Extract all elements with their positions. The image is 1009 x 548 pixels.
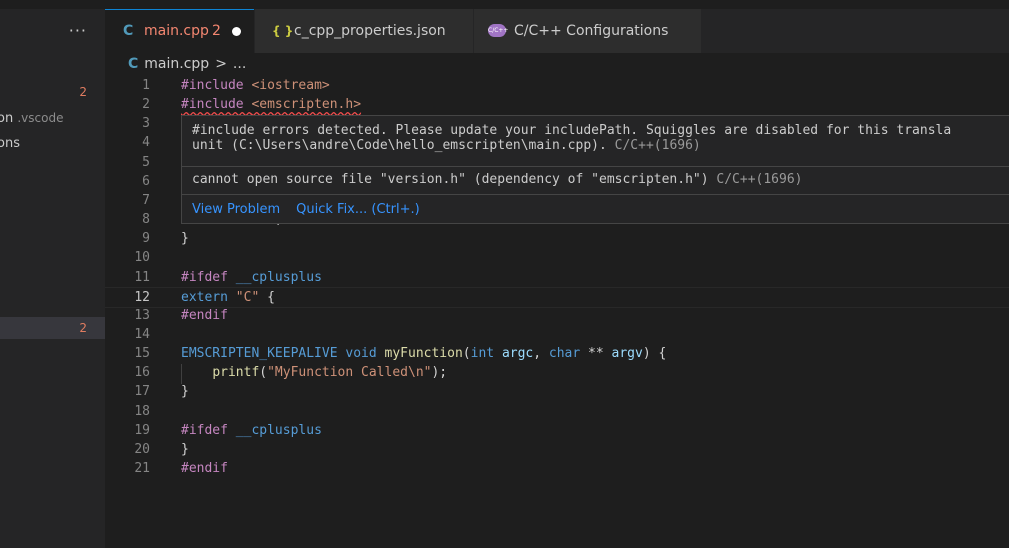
line-number: 16 xyxy=(134,365,150,381)
explorer-item-problem-group[interactable]: 2 xyxy=(0,81,105,103)
breadcrumb-symbol[interactable]: ... xyxy=(233,53,246,75)
line-number: 17 xyxy=(134,384,150,400)
problem-count-badge: 2 xyxy=(79,321,87,335)
code-line[interactable]: 9} xyxy=(105,229,1009,248)
explorer-item-configurations[interactable]: ons xyxy=(0,133,105,155)
tab-label: C/C++ Configurations xyxy=(514,23,669,39)
code-line[interactable]: 12 extern "C" { xyxy=(105,286,1009,308)
line-number: 20 xyxy=(134,441,150,457)
code-line[interactable]: 1 #include <iostream> xyxy=(105,76,1009,95)
more-actions-icon[interactable]: ··· xyxy=(69,21,87,40)
code-text: #endif xyxy=(181,461,228,476)
line-number: 4 xyxy=(142,135,150,151)
code-line[interactable]: 20} xyxy=(105,440,1009,459)
line-number: 3 xyxy=(142,116,150,132)
code-text: #endif xyxy=(181,307,228,323)
code-text: #include <iostream> xyxy=(181,78,330,93)
code-line[interactable]: 15 EMSCRIPTEN_KEEPALIVE void myFunction(i… xyxy=(105,344,1009,363)
line-number: 18 xyxy=(134,403,150,419)
code-text: #ifdef __cplusplus xyxy=(181,269,322,285)
explorer-sidebar: ··· 2 on .vscode ons 2 xyxy=(0,9,105,548)
line-number: 14 xyxy=(134,326,150,342)
code-text: EMSCRIPTEN_KEEPALIVE void myFunction(int… xyxy=(181,346,667,362)
code-line[interactable]: 21 #endif xyxy=(105,459,1009,478)
line-number: 19 xyxy=(134,422,150,438)
unsaved-dot-icon[interactable] xyxy=(232,27,241,36)
code-line[interactable]: 13 #endif xyxy=(105,306,1009,325)
code-line[interactable]: 17} xyxy=(105,382,1009,401)
chevron-right-icon: > xyxy=(215,56,227,72)
view-problem-link[interactable]: View Problem xyxy=(192,202,280,217)
code-text: } xyxy=(181,441,189,457)
json-file-icon: { } xyxy=(272,24,294,38)
breadcrumb: Cmain.cpp >... xyxy=(128,53,246,75)
cpp-extension-icon: C/C++ xyxy=(488,24,508,37)
code-line[interactable]: 19 #ifdef __cplusplus xyxy=(105,421,1009,440)
title-strip xyxy=(0,0,1009,9)
tab-label: c_cpp_properties.json xyxy=(294,23,446,39)
line-number: 9 xyxy=(142,231,150,247)
problem-count-badge: 2 xyxy=(79,85,87,99)
cpp-file-icon: C xyxy=(123,23,134,39)
tab-error-badge: 2 xyxy=(212,23,221,39)
explorer-item-main-cpp[interactable]: 2 xyxy=(0,317,105,339)
code-line[interactable]: 2 #include <emscripten.h> xyxy=(105,95,1009,114)
tab-main-cpp[interactable]: C main.cpp 2 xyxy=(105,9,254,53)
explorer-item-label: ons xyxy=(0,136,20,151)
tab-c-cpp-properties[interactable]: { } c_cpp_properties.json xyxy=(255,9,473,53)
line-number: 6 xyxy=(142,173,150,189)
line-number: 15 xyxy=(134,346,150,362)
code-text: printf("MyFunction Called\n"); xyxy=(212,365,448,381)
indent-guide xyxy=(181,364,182,384)
code-line[interactable]: 10 xyxy=(105,248,1009,267)
tab-label: main.cpp xyxy=(144,23,209,39)
hover-message-version-h: cannot open source file "version.h" (dep… xyxy=(192,172,803,187)
code-text: } xyxy=(181,231,189,247)
line-number: 10 xyxy=(134,250,150,266)
error-hover-widget: #include errors detected. Please update … xyxy=(181,115,1009,224)
hover-divider xyxy=(182,194,1009,195)
code-line[interactable]: 16 printf("MyFunction Called\n"); xyxy=(105,363,1009,382)
explorer-item-vscode[interactable]: on .vscode xyxy=(0,107,105,129)
editor-tab-bar: C main.cpp 2 { } c_cpp_properties.json C… xyxy=(105,9,1009,53)
code-line[interactable]: 18 xyxy=(105,402,1009,421)
line-number: 21 xyxy=(134,461,150,476)
cpp-file-icon: C xyxy=(128,56,139,72)
code-text: extern "C" { xyxy=(181,289,275,305)
breadcrumb-file[interactable]: main.cpp xyxy=(144,53,209,75)
hover-message-include-errors: #include errors detected. Please update … xyxy=(192,123,952,153)
quick-fix-link[interactable]: Quick Fix... (Ctrl+.) xyxy=(296,202,420,217)
line-number: 7 xyxy=(142,192,150,208)
line-number: 8 xyxy=(142,212,150,228)
line-number: 5 xyxy=(142,154,150,170)
tab-cpp-configurations[interactable]: C/C++ C/C++ Configurations xyxy=(474,9,701,53)
code-line[interactable]: 11 #ifdef __cplusplus xyxy=(105,268,1009,287)
code-text: #ifdef __cplusplus xyxy=(181,422,322,438)
code-line[interactable]: 14 xyxy=(105,325,1009,344)
line-number: 11 xyxy=(134,269,150,285)
hover-divider xyxy=(182,166,1009,167)
line-number: 2 xyxy=(142,97,150,113)
line-number: 13 xyxy=(134,307,150,323)
line-number: 1 xyxy=(142,78,150,93)
code-text: #include <emscripten.h> xyxy=(181,97,362,113)
hover-actions: View Problem Quick Fix... (Ctrl+.) xyxy=(192,202,436,217)
code-text: } xyxy=(181,384,189,400)
line-number: 12 xyxy=(134,289,150,305)
explorer-item-label: on .vscode xyxy=(0,111,64,126)
